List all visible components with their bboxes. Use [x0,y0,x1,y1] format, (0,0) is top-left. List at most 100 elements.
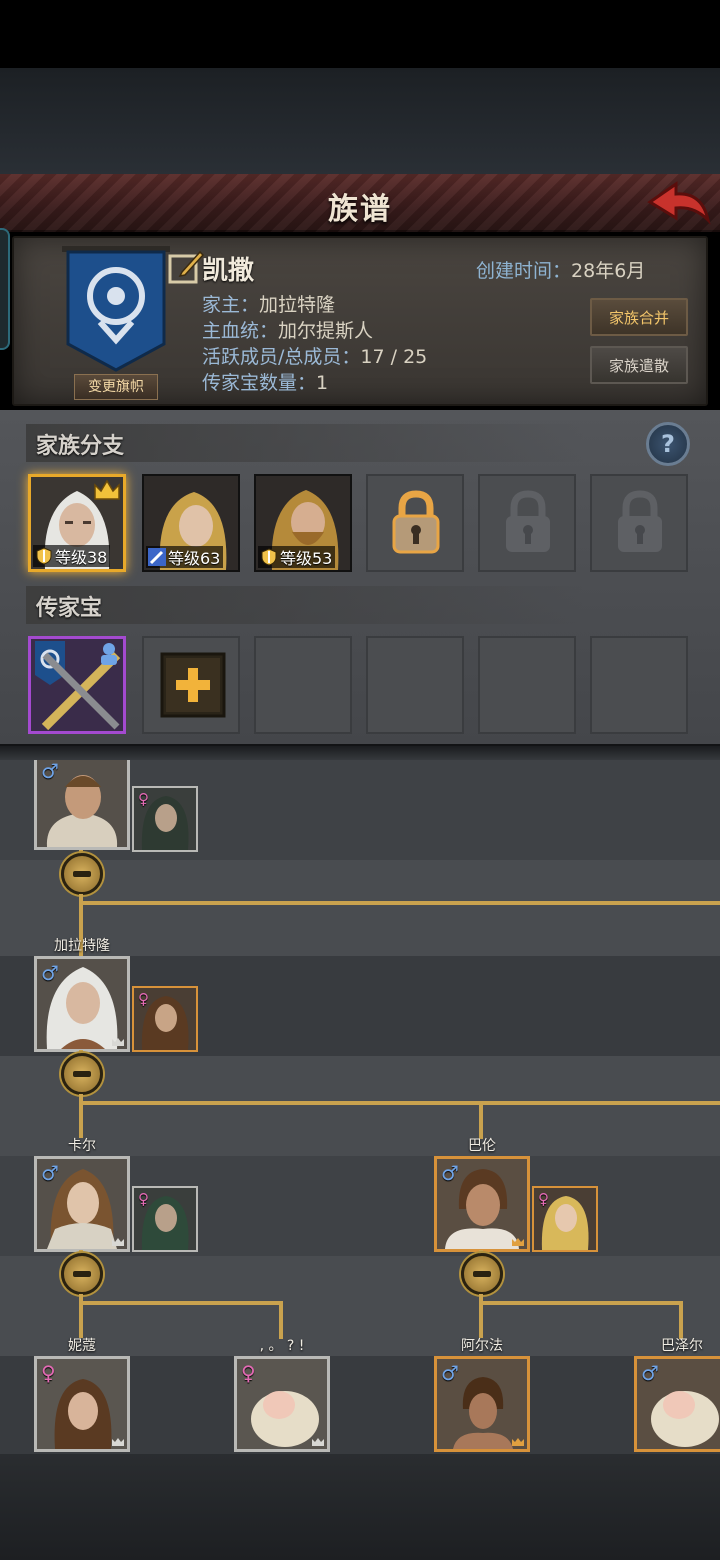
shield-icon [261,548,277,566]
crown-small-icon [112,1038,124,1046]
tree-connector [679,1301,683,1339]
heirlooms-header: 传家宝 [26,586,586,624]
branches-header: 家族分支 [26,424,586,462]
crown-small-icon [512,1438,524,1446]
tree-connector [79,1101,720,1105]
created-time: 创建时间：28年6月 [476,256,645,283]
heirloom-slot-5[interactable] [478,636,576,734]
main-bloodline: 主血统：加尔提斯人 [202,316,373,343]
branch-level-1-text: 等级38 [55,548,108,567]
crown-small-icon [112,1438,124,1446]
back-arrow-icon[interactable] [646,180,712,230]
branch-slot-3[interactable]: 等级53 [254,474,352,572]
collapse-button-gen3-2[interactable] [461,1253,503,1295]
heirloom-slot-6[interactable] [590,636,688,734]
heirloom-count-value: 1 [316,372,329,394]
person-card-gen4-2[interactable]: ♀ [234,1356,330,1452]
branch-slot-5[interactable] [478,474,576,572]
spouse-card-gen3-1[interactable]: ♀ [132,1186,198,1252]
branch-slot-6[interactable] [590,474,688,572]
spouse-card-gen3-2[interactable]: ♀ [532,1186,598,1252]
person-name-gen3-2: 巴伦 [468,1138,496,1154]
page-title: 族谱 [328,192,392,227]
branch-level-3: 等级53 [258,546,336,568]
spouse-card-gen1[interactable]: ♀ [132,786,198,852]
male-icon: ♂ [41,961,59,985]
family-name: 凯撒 [202,256,255,286]
heirloom-slot-1[interactable] [28,636,126,734]
male-icon: ♂ [41,1161,59,1185]
family-head-value: 加拉特隆 [259,294,336,316]
person-card-gen3-2[interactable]: ♂ [434,1156,530,1252]
tree-connector [79,901,720,905]
heirloom-sword-icon [35,641,121,731]
female-icon: ♀ [138,990,149,1008]
heirloom-slot-2[interactable] [142,636,240,734]
title-bar: 族谱 [0,174,720,232]
person-name-gen4-4: 巴泽尔 [661,1338,703,1354]
male-icon: ♂ [441,1361,459,1385]
top-background [0,68,720,174]
collapse-button-gen1[interactable] [61,853,103,895]
branch-level-3-text: 等级53 [280,549,333,568]
person-card-gen4-3[interactable]: ♂ [434,1356,530,1452]
crown-icon [94,479,120,500]
person-card-gen2[interactable]: ♂ [34,956,130,1052]
person-name-gen3-1: 卡尔 [68,1138,96,1154]
help-icon[interactable]: ? [646,422,690,466]
family-disband-button[interactable]: 家族遣散 [590,346,688,384]
tree-connector [279,1301,283,1339]
status-bar [0,0,720,68]
branch-level-1: 等级38 [33,545,111,567]
family-tree[interactable]: ♂ ♀ 加拉特隆 ♂ ♀ 卡尔 ♂ ♀ 巴伦 ♂ ♀ 妮蔻 ♀ , 。 ? ! … [0,760,720,1454]
male-icon: ♂ [641,1361,659,1385]
heirlooms-title: 传家宝 [36,596,103,621]
family-banner-icon [62,246,170,372]
unlockable-lock-icon [392,490,440,554]
created-time-label: 创建时间： [476,260,572,282]
heirloom-slot-4[interactable] [366,636,464,734]
male-icon: ♂ [41,760,59,783]
shield-icon [36,547,52,565]
female-icon: ♀ [538,1190,549,1208]
lock-icon [618,490,662,552]
member-count-label: 活跃成员/总成员： [202,346,361,368]
branches-title: 家族分支 [36,434,125,459]
heirloom-count-label: 传家宝数量： [202,372,317,394]
family-head: 家主：加拉特隆 [202,290,335,317]
tree-connector [479,1301,683,1305]
main-bloodline-value: 加尔提斯人 [278,320,374,342]
branch-slot-1[interactable]: 等级38 [28,474,126,572]
crown-small-icon [112,1238,124,1246]
main-bloodline-label: 主血统： [202,320,279,342]
person-name-gen4-3: 阿尔法 [461,1338,503,1354]
person-card-gen3-1[interactable]: ♂ [34,1156,130,1252]
male-icon: ♂ [441,1161,459,1185]
sword-icon [148,548,166,566]
female-icon: ♀ [241,1361,256,1385]
edit-icon[interactable] [168,248,204,286]
tree-connector [79,1301,283,1305]
family-merge-button[interactable]: 家族合并 [590,298,688,336]
created-time-value: 28年6月 [571,260,646,282]
branch-level-2: 等级63 [146,546,224,568]
add-plus-icon[interactable] [160,652,226,718]
collapse-button-gen3-1[interactable] [61,1253,103,1295]
person-name-gen4-1: 妮蔻 [68,1338,96,1354]
member-count-value: 17 / 25 [360,346,428,368]
side-tab[interactable] [0,228,10,350]
branch-slot-4[interactable] [366,474,464,572]
change-banner-button[interactable]: 变更旗帜 [74,374,158,400]
person-card-gen1[interactable]: ♂ [34,760,130,850]
collapse-button-gen2[interactable] [61,1053,103,1095]
heirloom-slot-3[interactable] [254,636,352,734]
person-card-gen4-1[interactable]: ♀ [34,1356,130,1452]
person-name-gen4-2: , 。 ? ! [259,1338,305,1354]
tree-connector [479,1101,483,1139]
crown-small-icon [312,1438,324,1446]
heirloom-count: 传家宝数量：1 [202,368,328,395]
family-head-label: 家主： [202,294,260,316]
branch-slot-2[interactable]: 等级63 [142,474,240,572]
spouse-card-gen2[interactable]: ♀ [132,986,198,1052]
person-card-gen4-4[interactable]: ♂ [634,1356,720,1452]
